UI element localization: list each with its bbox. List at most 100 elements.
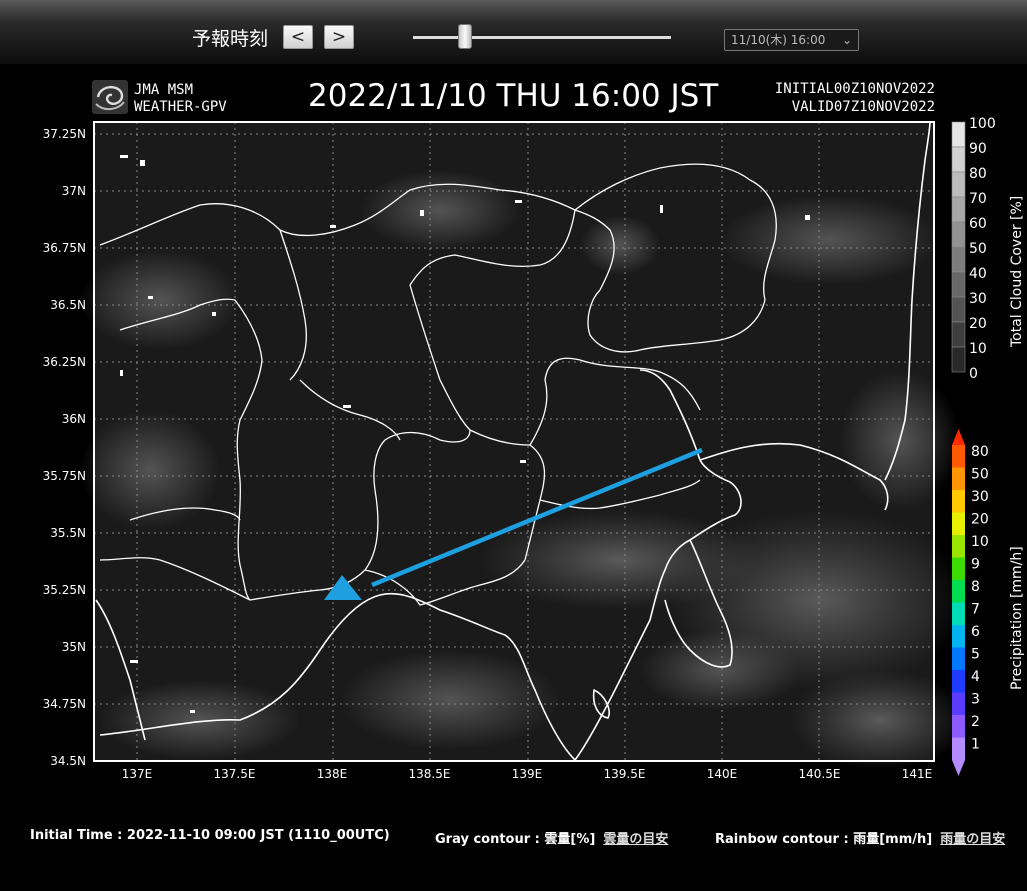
precipitation-legend-title: Precipitation [mm/h]	[1009, 546, 1025, 690]
precip-legend-swatch	[952, 692, 965, 715]
rain-guide-link[interactable]: 雨量の目安	[940, 832, 1005, 847]
cloud-legend-value: 30	[969, 291, 987, 307]
cloud-legend-value: 0	[969, 366, 978, 382]
precip-legend-swatch	[952, 715, 965, 738]
valid-time-code: VALID07Z10NOV2022	[792, 99, 935, 115]
precip-legend-value: 9	[971, 557, 980, 573]
precip-legend-swatch	[952, 467, 965, 490]
latitude-label: 35N	[62, 640, 86, 654]
longitude-labels: 137E 137.5E 138E 138.5E 139E 139.5E 140E 140.5E…	[122, 767, 933, 781]
logo-line2: WEATHER-GPV	[134, 99, 227, 115]
cloud-legend-swatch	[951, 346, 966, 373]
precip-legend-value: 3	[971, 692, 980, 708]
initial-time-text: Initial Time : 2022-11-10 09:00 JST (111…	[30, 828, 390, 843]
latitude-label: 36.25N	[43, 355, 86, 369]
cloud-legend-value: 70	[969, 191, 987, 207]
forecast-time-label: 予報時刻	[192, 28, 269, 50]
precip-legend-value: 6	[971, 624, 980, 640]
chevron-down-icon: ⌄	[841, 33, 852, 47]
precip-legend-value: 80	[971, 444, 989, 460]
longitude-label: 139.5E	[604, 767, 646, 781]
latitude-label: 34.75N	[43, 697, 86, 711]
precip-legend-value: 4	[971, 669, 980, 685]
precip-legend-swatch	[952, 557, 965, 580]
longitude-label: 137E	[122, 767, 153, 781]
latitude-labels: 37.25N 37N 36.75N 36.5N 36.25N 36N 35.75N 35.5N…	[43, 127, 86, 768]
cloud-legend-value: 40	[969, 266, 987, 282]
latitude-label: 35.75N	[43, 469, 86, 483]
toolbar: 予報時刻 < > 11/10(木) 16:00 ⌄	[0, 0, 1027, 64]
precip-legend-swatch	[952, 580, 965, 603]
cloud-guide-link[interactable]: 雲量の目安	[603, 832, 668, 847]
longitude-label: 140E	[707, 767, 738, 781]
cloud-legend-swatch	[951, 246, 966, 273]
latitude-label: 36.5N	[50, 298, 86, 312]
logo-line1: JMA MSM	[134, 82, 193, 98]
latitude-label: 35.5N	[50, 526, 86, 540]
precip-legend-value: 10	[971, 534, 989, 550]
cloud-legend-value: 80	[969, 166, 987, 182]
next-time-button[interactable]: >	[324, 25, 354, 49]
cloud-legend-swatch	[951, 296, 966, 323]
gray-contour-info: Gray contour : 雲量[%] 雲量の目安	[435, 828, 668, 847]
precip-legend-value: 1	[971, 737, 980, 753]
precip-legend-swatch	[952, 670, 965, 693]
weather-map: JMA MSM WEATHER-GPV 2022/11/10 THU 16:00…	[43, 78, 1025, 781]
cloud-legend-swatch	[951, 171, 966, 198]
latitude-label: 37N	[62, 184, 86, 198]
latitude-label: 36N	[62, 412, 86, 426]
legend-arrow-down-icon	[952, 760, 965, 776]
cloud-legend-value: 20	[969, 316, 987, 332]
cloud-legend-value: 60	[969, 216, 987, 232]
precip-legend-swatch	[952, 512, 965, 535]
precip-legend-swatch	[952, 647, 965, 670]
precip-legend-value: 8	[971, 579, 980, 595]
cloud-legend-value: 50	[969, 241, 987, 257]
cloud-legend-swatch	[951, 271, 966, 298]
cloud-legend-value: 100	[969, 116, 996, 132]
precip-legend-swatch	[952, 445, 965, 468]
longitude-label: 140.5E	[799, 767, 841, 781]
precipitation-legend: 80 50 30 20 10 9 8 7 6 5 4 3 2 1	[952, 429, 989, 776]
precip-legend-swatch	[952, 625, 965, 648]
map-datetime: 2022/11/10 THU 16:00 JST	[308, 78, 719, 114]
prev-time-button[interactable]: <	[283, 25, 313, 49]
latitude-label: 36.75N	[43, 241, 86, 255]
time-slider[interactable]	[413, 36, 671, 39]
precip-legend-swatch	[952, 535, 965, 558]
longitude-label: 141E	[902, 767, 933, 781]
precip-legend-swatch	[952, 602, 965, 625]
cloud-legend-value: 90	[969, 141, 987, 157]
precip-legend-value: 30	[971, 489, 989, 505]
cloud-legend-swatch	[951, 221, 966, 248]
precip-legend-swatch	[952, 490, 965, 513]
rainbow-contour-info: Rainbow contour : 雨量[mm/h] 雨量の目安	[715, 828, 1005, 847]
precip-legend-swatch	[952, 737, 965, 760]
longitude-label: 138.5E	[409, 767, 451, 781]
precip-legend-value: 5	[971, 647, 980, 663]
longitude-label: 137.5E	[214, 767, 256, 781]
latitude-label: 37.25N	[43, 127, 86, 141]
longitude-label: 138E	[317, 767, 348, 781]
time-slider-thumb[interactable]	[457, 24, 472, 49]
cloud-legend-swatch	[951, 121, 966, 148]
cloud-legend-swatch	[951, 321, 966, 348]
precip-legend-value: 20	[971, 512, 989, 528]
logo	[92, 80, 128, 114]
precip-legend-value: 50	[971, 467, 989, 483]
gray-contour-label: Gray contour : 雲量[%]	[435, 832, 596, 847]
cloud-legend-swatch	[951, 146, 966, 173]
latitude-label: 34.5N	[50, 754, 86, 768]
cloud-legend-swatch	[951, 196, 966, 223]
cloud-legend-value: 10	[969, 341, 987, 357]
rainbow-contour-label: Rainbow contour : 雨量[mm/h]	[715, 832, 933, 847]
initial-time-code: INITIAL00Z10NOV2022	[775, 81, 935, 97]
cloud-cover-legend: 1009080706050403020100	[951, 116, 996, 382]
precip-legend-value: 2	[971, 714, 980, 730]
longitude-label: 139E	[512, 767, 543, 781]
precip-legend-value: 7	[971, 602, 980, 618]
cloud-cover-legend-title: Total Cloud Cover [%]	[1009, 196, 1025, 348]
time-select[interactable]: 11/10(木) 16:00 ⌄	[724, 29, 859, 51]
time-select-value: 11/10(木) 16:00	[731, 33, 826, 47]
latitude-label: 35.25N	[43, 583, 86, 597]
